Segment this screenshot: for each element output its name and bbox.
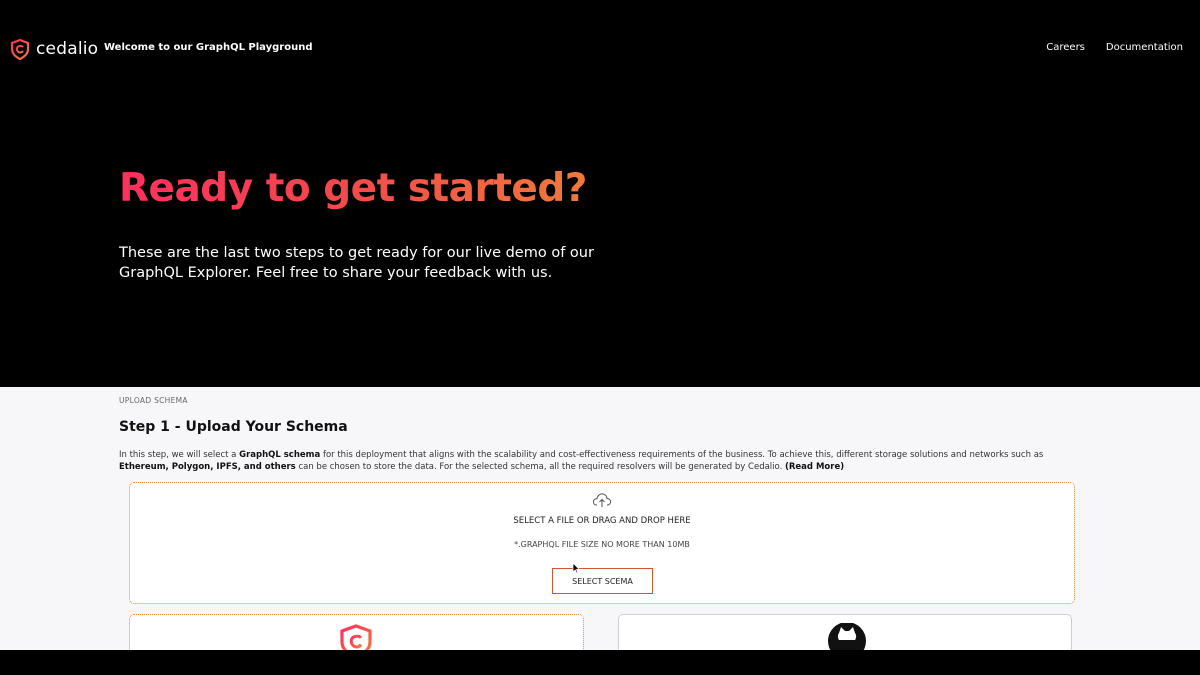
desc-bold-networks: Ethereum, Polygon, IPFS, and others bbox=[119, 462, 296, 472]
desc-text-1: In this step, we will select a bbox=[119, 450, 240, 460]
section-label: UPLOAD SCHEMA bbox=[119, 396, 188, 405]
select-schema-button[interactable]: SELECT SCEMA bbox=[552, 568, 653, 594]
step-title: Step 1 - Upload Your Schema bbox=[119, 419, 348, 435]
dropzone-title: SELECT A FILE OR DRAG AND DROP HERE bbox=[513, 516, 691, 526]
nav-careers-link[interactable]: Careers bbox=[1046, 42, 1085, 53]
file-dropzone[interactable]: SELECT A FILE OR DRAG AND DROP HERE *.GR… bbox=[129, 482, 1075, 604]
upload-schema-section: UPLOAD SCHEMA Step 1 - Upload Your Schem… bbox=[0, 387, 1200, 660]
cloud-upload-icon bbox=[592, 492, 612, 512]
step-description: In this step, we will select a GraphQL s… bbox=[119, 449, 1079, 473]
bottom-bar bbox=[0, 650, 1200, 675]
mouse-cursor-icon bbox=[572, 559, 581, 578]
desc-bold-graphql: GraphQL schema bbox=[239, 450, 321, 460]
brand-name: cedalio bbox=[36, 39, 99, 59]
main-nav: Careers Documentation bbox=[1046, 42, 1183, 53]
dropzone-hint: *.GRAPHQL FILE SIZE NO MORE THAN 10MB bbox=[514, 540, 690, 549]
top-navbar: cedalio Welcome to our GraphQL Playgroun… bbox=[0, 0, 1200, 96]
desc-text-2: for this deployment that aligns with the… bbox=[320, 450, 1044, 460]
github-option-card[interactable] bbox=[618, 614, 1072, 660]
nav-documentation-link[interactable]: Documentation bbox=[1106, 42, 1183, 53]
desc-text-3: can be chosen to store the data. For the… bbox=[295, 462, 785, 472]
brand-logo[interactable]: cedalio bbox=[9, 38, 98, 60]
cedalio-option-card[interactable] bbox=[129, 614, 584, 659]
cedalio-logo-icon bbox=[9, 38, 31, 60]
hero-title: Ready to get started? bbox=[119, 166, 587, 211]
read-more-link[interactable]: (Read More) bbox=[785, 462, 844, 472]
hero-subtitle: These are the last two steps to get read… bbox=[119, 245, 594, 281]
welcome-text: Welcome to our GraphQL Playground bbox=[104, 42, 313, 53]
